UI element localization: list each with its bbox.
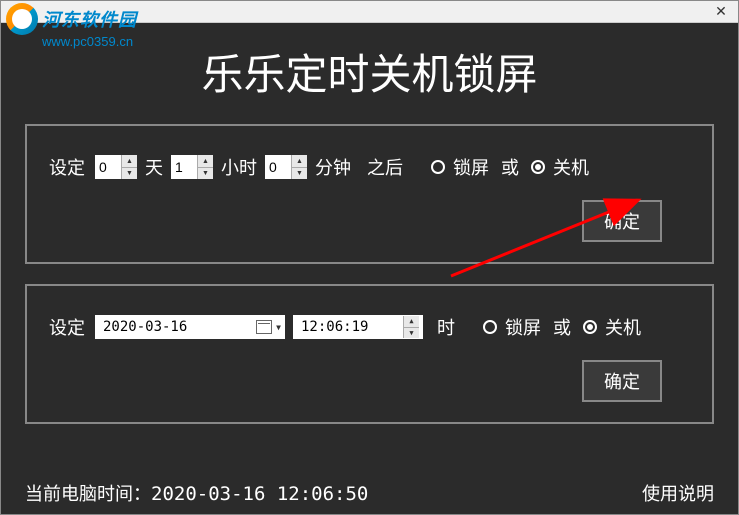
minutes-spinner[interactable]: ▲ ▼ <box>291 155 307 179</box>
current-time-display: 当前电脑时间：2020-03-16 12:06:50 <box>25 480 368 506</box>
countdown-row: 设定 0 ▲ ▼ 天 1 ▲ ▼ 小时 <box>49 154 690 180</box>
countdown-panel: 设定 0 ▲ ▼ 天 1 ▲ ▼ 小时 <box>25 124 714 264</box>
lock-radio[interactable] <box>431 160 445 174</box>
spinner-up-icon[interactable]: ▲ <box>198 155 213 168</box>
schedule-action-group: 锁屏 或 关机 <box>483 314 641 340</box>
lock-radio[interactable] <box>483 320 497 334</box>
lock-label: 锁屏 <box>453 154 489 180</box>
minutes-input[interactable]: 0 ▲ ▼ <box>265 155 307 179</box>
countdown-action-group: 锁屏 或 关机 <box>431 154 589 180</box>
current-time-value: 2020-03-16 12:06:50 <box>151 483 368 505</box>
hours-input[interactable]: 1 ▲ ▼ <box>171 155 213 179</box>
countdown-confirm-button[interactable]: 确定 <box>582 200 662 242</box>
spinner-up-icon[interactable]: ▲ <box>292 155 307 168</box>
spinner-down-icon[interactable]: ▼ <box>292 168 307 180</box>
or-label: 或 <box>553 314 571 340</box>
chevron-down-icon[interactable]: ▼ <box>276 323 281 332</box>
minutes-label: 分钟 <box>315 154 351 180</box>
spinner-up-icon[interactable]: ▲ <box>122 155 137 168</box>
days-label: 天 <box>145 154 163 180</box>
date-input[interactable]: 2020-03-16 ▼ <box>95 315 285 339</box>
hours-label: 小时 <box>221 154 257 180</box>
hours-spinner[interactable]: ▲ ▼ <box>197 155 213 179</box>
footer: 当前电脑时间：2020-03-16 12:06:50 使用说明 <box>25 480 714 506</box>
time-value[interactable]: 12:06:19 <box>297 319 399 335</box>
after-label: 之后 <box>367 154 403 180</box>
spinner-up-icon[interactable]: ▲ <box>404 316 419 328</box>
app-window: ✕ 程序 739 KB 2018-05-22 11:4... 360 Chrom… <box>0 0 739 515</box>
titlebar: ✕ <box>1 1 738 23</box>
time-input[interactable]: 12:06:19 ▲ ▼ <box>293 315 423 339</box>
minutes-value[interactable]: 0 <box>265 155 291 179</box>
shutdown-radio[interactable] <box>583 320 597 334</box>
or-label: 或 <box>501 154 519 180</box>
schedule-row: 设定 2020-03-16 ▼ 12:06:19 ▲ ▼ 时 锁屏 <box>49 314 690 340</box>
shutdown-radio[interactable] <box>531 160 545 174</box>
calendar-icon[interactable] <box>256 320 272 334</box>
schedule-confirm-button[interactable]: 确定 <box>582 360 662 402</box>
time-spinner[interactable]: ▲ ▼ <box>403 316 419 338</box>
app-title: 乐乐定时关机锁屏 <box>1 23 738 124</box>
hours-value[interactable]: 1 <box>171 155 197 179</box>
days-spinner[interactable]: ▲ ▼ <box>121 155 137 179</box>
set-label: 设定 <box>49 154 85 180</box>
schedule-panel: 设定 2020-03-16 ▼ 12:06:19 ▲ ▼ 时 锁屏 <box>25 284 714 424</box>
shutdown-label: 关机 <box>553 154 589 180</box>
spinner-down-icon[interactable]: ▼ <box>198 168 213 180</box>
spinner-down-icon[interactable]: ▼ <box>122 168 137 180</box>
lock-label: 锁屏 <box>505 314 541 340</box>
close-icon[interactable]: ✕ <box>712 3 730 21</box>
date-value[interactable]: 2020-03-16 <box>99 319 252 335</box>
days-input[interactable]: 0 ▲ ▼ <box>95 155 137 179</box>
spinner-down-icon[interactable]: ▼ <box>404 328 419 339</box>
set-label: 设定 <box>49 314 85 340</box>
help-link[interactable]: 使用说明 <box>642 480 714 506</box>
current-time-label: 当前电脑时间： <box>25 484 151 504</box>
days-value[interactable]: 0 <box>95 155 121 179</box>
shutdown-label: 关机 <box>605 314 641 340</box>
at-label: 时 <box>437 314 455 340</box>
